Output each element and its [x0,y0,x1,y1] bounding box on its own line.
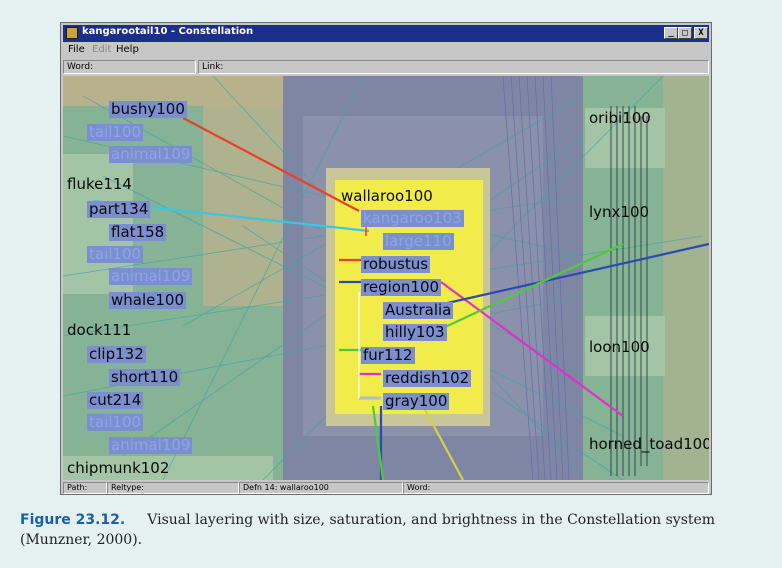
node-gray100[interactable]: gray100 [383,393,450,410]
node-hilly103[interactable]: hilly103 [383,324,447,341]
node-part134[interactable]: part134 [87,201,151,218]
node-tail100-3[interactable]: tail100 [87,414,144,431]
close-button[interactable]: X [694,27,708,39]
path-field: Path: [63,482,107,494]
right-panel-tan [663,76,709,480]
node-region100[interactable]: region100 [361,279,442,296]
node-animal109-1[interactable]: animal109 [109,146,193,163]
node-lynx100[interactable]: lynx100 [587,204,651,221]
node-loon100[interactable]: loon100 [587,339,652,356]
definition-field: Defn 14: wallaroo100 [239,482,403,494]
node-dock111[interactable]: dock111 [65,322,133,339]
node-tail100-1[interactable]: tail100 [87,124,144,141]
node-horned-toad100[interactable]: horned_toad100 [587,436,709,453]
node-large110[interactable]: large110 [383,233,454,250]
node-bushy100[interactable]: bushy100 [109,101,187,118]
menu-help[interactable]: Help [116,44,139,55]
node-australia[interactable]: Australia [383,302,454,319]
app-icon[interactable] [66,27,78,39]
node-wallaroo100[interactable]: wallaroo100 [339,188,435,205]
node-fluke114[interactable]: fluke114 [65,176,134,193]
node-kangaroo103[interactable]: kangaroo103 [361,210,464,227]
node-chipmunk102[interactable]: chipmunk102 [65,460,171,477]
word-field[interactable]: Word: [63,60,196,74]
application-window: kangarootail10 - Constellation _ □ X Fil… [60,22,712,495]
link-field[interactable]: Link: [198,60,709,74]
node-reddish102[interactable]: reddish102 [383,370,472,387]
node-robustus[interactable]: robustus [361,256,431,273]
menu-edit[interactable]: Edit [92,44,111,55]
title-bar[interactable]: kangarootail10 - Constellation _ □ X [63,25,709,42]
node-cut214[interactable]: cut214 [87,392,144,409]
menu-bar: File Edit Help [63,43,709,57]
node-clip132[interactable]: clip132 [87,346,146,363]
constellation-canvas[interactable]: bushy100 tail100 animal109 fluke114 part… [63,76,709,480]
figure-label: Figure 23.12. [20,512,126,528]
minimize-button[interactable]: _ [664,27,678,39]
maximize-button[interactable]: □ [678,27,692,39]
field-bar: Word: Link: [63,60,709,74]
node-tail100-2[interactable]: tail100 [87,246,144,263]
menu-file[interactable]: File [68,44,85,55]
node-whale100[interactable]: whale100 [109,292,186,309]
node-animal109-2[interactable]: animal109 [109,268,193,285]
node-fur112[interactable]: fur112 [361,347,415,364]
window-title: kangarootail10 - Constellation [82,26,254,37]
status-bar: Path: Reltype: Defn 14: wallaroo100 Word… [63,482,709,494]
figure-caption: Figure 23.12. Visual layering with size, … [20,510,760,550]
node-oribi100[interactable]: oribi100 [587,110,653,127]
reltype-field: Reltype: [107,482,239,494]
node-flat158[interactable]: flat158 [109,224,167,241]
status-word-field: Word: [403,482,709,494]
node-short110[interactable]: short110 [109,369,181,386]
node-animal109-3[interactable]: animal109 [109,437,193,454]
